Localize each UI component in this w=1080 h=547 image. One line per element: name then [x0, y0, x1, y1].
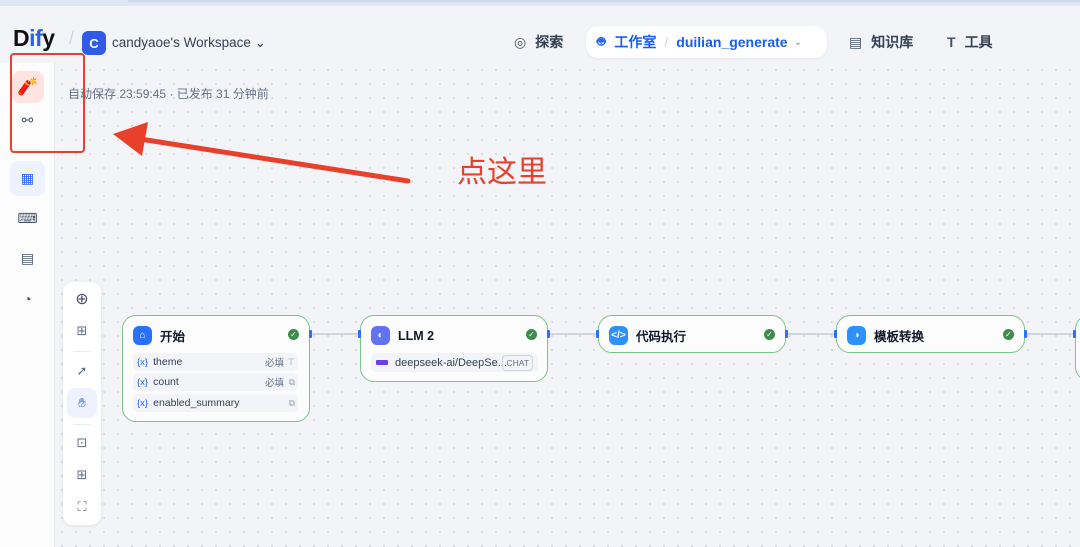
- annotation-arrow: [113, 122, 411, 184]
- annotation-hint: 点这里: [457, 156, 547, 189]
- arrow-head: [113, 122, 148, 156]
- arrow-shaft: [137, 136, 411, 184]
